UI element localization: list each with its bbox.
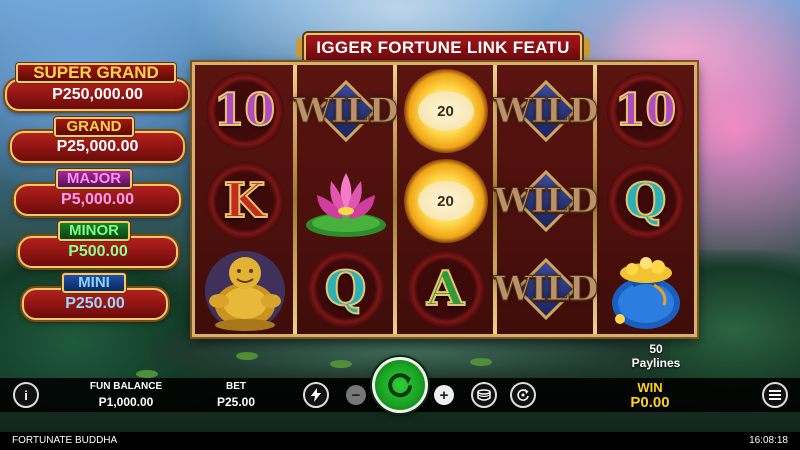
- symbol-coin: 20: [396, 67, 495, 155]
- paylines-info: 50 Paylines: [600, 342, 712, 370]
- symbol-label: K: [223, 173, 267, 229]
- plus-icon: +: [439, 386, 449, 404]
- win-label: WIN: [637, 380, 663, 395]
- turbo-button[interactable]: [303, 382, 329, 408]
- jackpot-super-grand-value-box: P250,000.00: [5, 79, 190, 111]
- bet-value: P25.00: [216, 395, 256, 409]
- paylines-count: 50: [649, 342, 663, 356]
- symbol-label: 10: [614, 85, 677, 136]
- coin-value: 20: [417, 181, 474, 221]
- symbol-wild: WILD: [493, 67, 599, 155]
- lotus-icon: [305, 173, 386, 237]
- autoplay-icon: [517, 389, 529, 401]
- coin-stack-icon: [477, 389, 491, 401]
- bet-label: BET: [226, 381, 246, 392]
- jackpot-super-grand-value: P250,000.00: [52, 86, 143, 103]
- jackpot-super-grand-label: SUPER GRAND: [16, 63, 176, 83]
- buddha-icon: [204, 251, 285, 331]
- lily-pad: [470, 358, 492, 366]
- paylines-label: Paylines: [631, 356, 681, 370]
- lily-pad: [136, 370, 158, 378]
- symbol-lotus: [296, 157, 395, 245]
- symbol-wild: WILD: [293, 67, 399, 155]
- symbol-label: WILD: [493, 181, 598, 222]
- symbol-coin: 20: [396, 157, 495, 245]
- bet-options-button[interactable]: [471, 382, 497, 408]
- symbol-10: 10: [596, 67, 695, 155]
- symbol-label: Q: [624, 173, 668, 229]
- lily-pad: [330, 360, 352, 368]
- symbol-label: 10: [213, 85, 276, 136]
- spin-arrows-icon: [388, 373, 412, 398]
- coin-orb: 20: [403, 159, 488, 243]
- feature-banner: IGGER FORTUNE LINK FEATU: [304, 33, 582, 63]
- money-bag-icon: [611, 257, 680, 329]
- info-icon: i: [24, 387, 28, 403]
- jackpot-grand-value: P25,000.00: [56, 138, 139, 155]
- bet-increase-button[interactable]: +: [434, 385, 454, 405]
- symbol-10: 10: [195, 67, 294, 155]
- symbol-wild: WILD: [493, 157, 599, 245]
- bet-decrease-button[interactable]: −: [346, 385, 366, 405]
- lily-pad: [236, 352, 258, 360]
- symbol-label: WILD: [493, 91, 598, 132]
- symbol-k: K: [195, 157, 294, 245]
- jackpot-major-label: MAJOR: [56, 169, 132, 189]
- status-bar: FORTUNATE BUDDHA 16:08:18: [0, 432, 800, 450]
- reel-grid: 10 K WILD Q 20 20 A WILD WILD WILD 10 Q: [192, 62, 697, 337]
- game-background: P250,000.00 SUPER GRAND P25,000.00 GRAND…: [0, 0, 800, 450]
- jackpot-grand-label: GRAND: [54, 117, 134, 137]
- game-title: FORTUNATE BUDDHA: [12, 435, 118, 446]
- minus-icon: −: [351, 386, 361, 404]
- coin-value: 20: [417, 91, 474, 131]
- jackpot-mini-label: MINI: [62, 273, 126, 293]
- info-button[interactable]: i: [13, 382, 39, 408]
- symbol-q: Q: [296, 245, 395, 333]
- symbol-label: WILD: [293, 91, 398, 132]
- coin-orb: 20: [403, 69, 488, 153]
- jackpot-major-value: P5,000.00: [61, 191, 134, 208]
- symbol-buddha: [195, 245, 294, 333]
- menu-button[interactable]: [762, 382, 788, 408]
- clock: 16:08:18: [749, 435, 788, 446]
- jackpot-mini-value: P250.00: [65, 295, 125, 312]
- symbol-q: Q: [596, 157, 695, 245]
- symbol-label: Q: [324, 261, 368, 317]
- hamburger-icon: [769, 390, 781, 400]
- balance-label: FUN BALANCE: [89, 381, 163, 392]
- win-value: P0.00: [630, 394, 670, 411]
- symbol-label: WILD: [493, 269, 598, 310]
- symbol-wild: WILD: [493, 245, 599, 333]
- spin-button[interactable]: [372, 357, 428, 413]
- jackpot-minor-label: MINOR: [58, 221, 130, 241]
- balance-value: P1,000.00: [98, 395, 154, 409]
- symbol-label: A: [426, 261, 465, 317]
- symbol-money-bag: [596, 245, 695, 333]
- symbol-a: A: [396, 245, 495, 333]
- autoplay-button[interactable]: [510, 382, 536, 408]
- lightning-icon: [311, 388, 321, 402]
- jackpot-minor-value: P500.00: [68, 243, 128, 260]
